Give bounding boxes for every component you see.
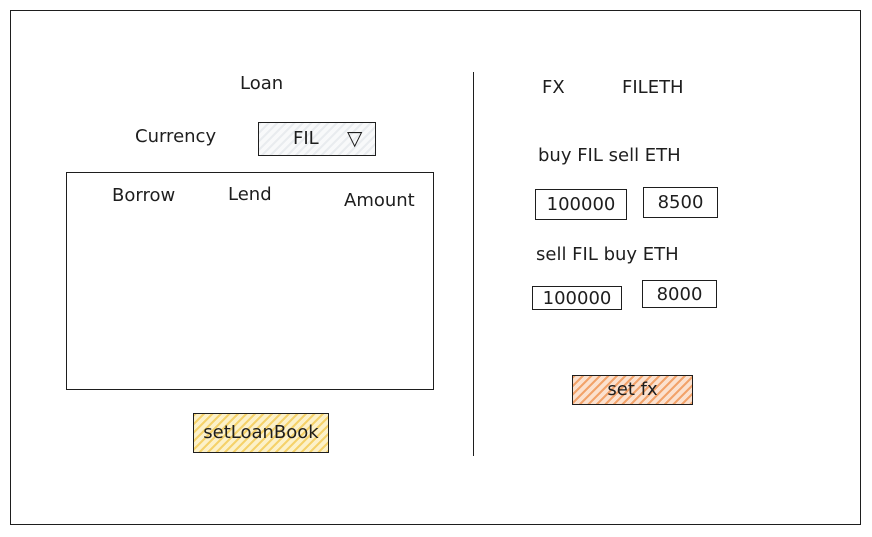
sell-amount-field[interactable]: 100000: [532, 286, 622, 310]
currency-select-value: FIL: [293, 128, 319, 149]
column-header-amount: Amount: [344, 190, 415, 211]
currency-label: Currency: [135, 126, 217, 147]
buy-rate-value: 8500: [657, 192, 704, 213]
chevron-down-icon: ▽: [347, 126, 363, 150]
set-fx-label: set fx: [607, 379, 658, 400]
buy-rate-field[interactable]: 8500: [643, 187, 718, 218]
column-header-borrow: Borrow: [112, 185, 176, 206]
column-header-lend: Lend: [228, 184, 272, 205]
buy-amount-value: 100000: [546, 194, 616, 215]
fx-pair: FILETH: [622, 77, 684, 98]
loan-table: Borrow Lend Amount: [66, 172, 434, 390]
buy-fil-sell-eth-label: buy FIL sell ETH: [538, 145, 681, 166]
fx-title: FX: [542, 77, 565, 98]
loan-title: Loan: [240, 73, 284, 94]
set-loan-book-label: setLoanBook: [203, 422, 319, 443]
currency-select[interactable]: FIL ▽: [258, 122, 376, 156]
buy-amount-field[interactable]: 100000: [535, 189, 627, 220]
sell-amount-value: 100000: [542, 287, 612, 309]
set-loan-book-button[interactable]: setLoanBook: [193, 413, 329, 453]
sell-rate-value: 8000: [656, 283, 703, 305]
sell-rate-field[interactable]: 8000: [642, 280, 717, 308]
sell-fil-buy-eth-label: sell FIL buy ETH: [536, 244, 679, 265]
section-divider: [473, 72, 474, 456]
set-fx-button[interactable]: set fx: [572, 375, 693, 405]
